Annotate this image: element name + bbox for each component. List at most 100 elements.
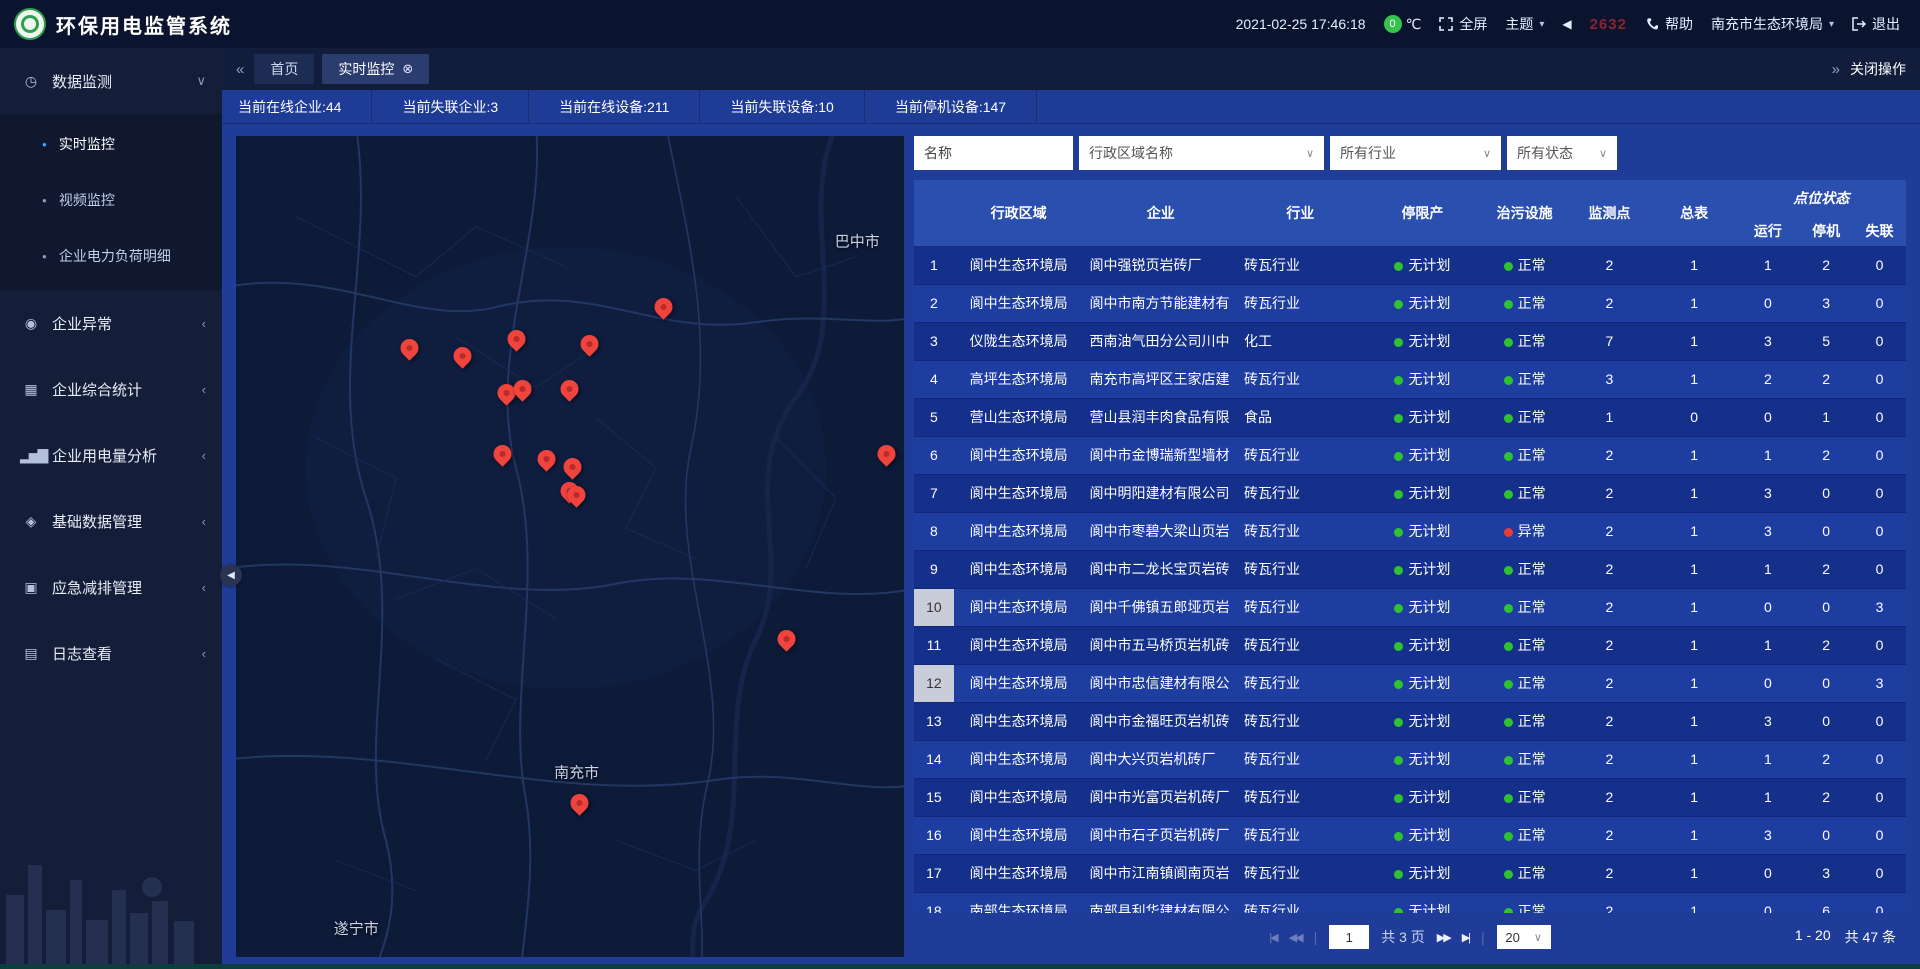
sidebar-item[interactable]: ◉企业异常‹ <box>0 290 222 356</box>
table-row[interactable]: 9阆中生态环境局阆中市二龙长宝页岩砖砖瓦行业无计划正常21120 <box>914 550 1906 588</box>
next-page-button[interactable]: ▶▶ <box>1437 931 1450 944</box>
map-pin-icon[interactable] <box>561 380 580 399</box>
row-total-meter: 1 <box>1652 626 1737 664</box>
row-monitor-points: 1 <box>1567 398 1652 436</box>
last-page-button[interactable]: ▶| <box>1462 931 1469 944</box>
alert-icon: ◉ <box>20 315 40 332</box>
row-production-limit: 无计划 <box>1363 284 1483 322</box>
sidebar-item[interactable]: ▤日志查看‹ <box>0 620 222 686</box>
tabs-scroll-left-icon[interactable]: « <box>236 61 244 78</box>
sidebar-collapse-toggle[interactable]: ◀ <box>220 564 242 586</box>
status-dot-icon <box>1394 262 1403 271</box>
map-pin-icon[interactable] <box>537 450 556 469</box>
map-pin-icon[interactable] <box>514 380 533 399</box>
tabs-scroll-right-icon[interactable]: » <box>1832 61 1840 78</box>
map-pin-icon[interactable] <box>778 630 797 649</box>
row-pollution-facility: 正常 <box>1482 398 1567 436</box>
sidebar-item[interactable]: ▣应急减排管理‹ <box>0 554 222 620</box>
page-size-value: 20 <box>1505 930 1519 945</box>
sidebar-item[interactable]: ▂▅▇企业用电量分析‹ <box>0 422 222 488</box>
table-row[interactable]: 17阆中生态环境局阆中市江南镇阆南页岩砖瓦行业无计划正常21030 <box>914 854 1906 892</box>
close-operations-button[interactable]: 关闭操作 <box>1850 59 1906 79</box>
tab[interactable]: 实时监控⊗ <box>322 54 429 84</box>
row-disconnected: 0 <box>1853 398 1906 436</box>
table-row[interactable]: 8阆中生态环境局阆中市枣碧大梁山页岩砖瓦行业无计划异常21300 <box>914 512 1906 550</box>
row-disconnected: 0 <box>1853 740 1906 778</box>
row-pollution-facility: 正常 <box>1482 550 1567 588</box>
page-size-select[interactable]: 20 ∨ <box>1497 925 1551 949</box>
table-row[interactable]: 16阆中生态环境局阆中市石子页岩机砖厂砖瓦行业无计划正常21300 <box>914 816 1906 854</box>
chevron-down-icon: ▾ <box>1829 19 1834 30</box>
row-disconnected: 0 <box>1853 360 1906 398</box>
chevron-down-icon: ▾ <box>1539 19 1544 30</box>
prev-page-button[interactable]: ◀◀ <box>1289 931 1302 944</box>
table-row[interactable]: 13阆中生态环境局阆中市金福旺页岩机砖砖瓦行业无计划正常21300 <box>914 702 1906 740</box>
row-production-limit: 无计划 <box>1363 588 1483 626</box>
map-pin-icon[interactable] <box>581 335 600 354</box>
first-page-button[interactable]: |◀ <box>1269 931 1276 944</box>
theme-dropdown[interactable]: 主题 ▾ <box>1505 14 1544 34</box>
row-stopped: 0 <box>1799 512 1853 550</box>
row-total-meter: 1 <box>1652 778 1737 816</box>
stats-icon: ▦ <box>20 381 40 398</box>
chevron-left-icon: ‹ <box>202 580 206 595</box>
table-row[interactable]: 14阆中生态环境局阆中大兴页岩机砖厂砖瓦行业无计划正常21120 <box>914 740 1906 778</box>
sidebar-item[interactable]: ◈基础数据管理‹ <box>0 488 222 554</box>
industry-select[interactable]: 所有行业 ∨ <box>1330 136 1501 170</box>
table-row[interactable]: 3仪陇生态环境局西南油气田分公司川中化工无计划正常71350 <box>914 322 1906 360</box>
sidebar-subitem[interactable]: ●视频监控 <box>0 172 222 228</box>
map-pin-icon[interactable] <box>567 486 586 505</box>
col-header-industry: 行业 <box>1238 180 1363 246</box>
help-button[interactable]: 帮助 <box>1645 14 1693 34</box>
tab-bar: « 首页实时监控⊗ » 关闭操作 <box>222 48 1920 90</box>
status-select[interactable]: 所有状态 ∨ <box>1507 136 1617 170</box>
region-select[interactable]: 行政区域名称 ∨ <box>1079 136 1324 170</box>
logout-button[interactable]: 退出 <box>1852 14 1900 34</box>
page-number-input[interactable] <box>1329 925 1369 949</box>
table-row[interactable]: 4高坪生态环境局南充市高坪区王家店建砖瓦行业无计划正常31220 <box>914 360 1906 398</box>
map-pin-icon[interactable] <box>494 445 513 464</box>
row-monitor-points: 2 <box>1567 436 1652 474</box>
row-pollution-facility: 正常 <box>1482 284 1567 322</box>
map-pin-icon[interactable] <box>878 445 897 464</box>
tab[interactable]: 首页 <box>254 54 314 84</box>
temperature-unit: ℃ <box>1406 16 1422 33</box>
tab-close-icon[interactable]: ⊗ <box>402 61 413 77</box>
status-dot-icon <box>1394 490 1403 499</box>
map-pin-icon[interactable] <box>654 298 673 317</box>
map-pin-icon[interactable] <box>571 794 590 813</box>
table-row[interactable]: 7阆中生态环境局阆中明阳建材有限公司砖瓦行业无计划正常21300 <box>914 474 1906 512</box>
sidebar-subitem-label: 实时监控 <box>59 134 115 154</box>
fullscreen-button[interactable]: 全屏 <box>1439 14 1487 34</box>
row-pollution-facility: 正常 <box>1482 436 1567 474</box>
map-pin-icon[interactable] <box>564 458 583 477</box>
table-row[interactable]: 1阆中生态环境局阆中强锐页岩砖厂砖瓦行业无计划正常21120 <box>914 246 1906 284</box>
map[interactable]: 巴中市南充市遂宁市 <box>236 136 904 957</box>
sound-button[interactable]: ◀ <box>1562 17 1571 31</box>
sidebar-item[interactable]: ▦企业综合统计‹ <box>0 356 222 422</box>
name-search-input[interactable] <box>914 136 1073 170</box>
stat-value: 211 <box>647 99 669 115</box>
sidebar-subitem[interactable]: ●企业电力负荷明细 <box>0 228 222 284</box>
row-disconnected: 0 <box>1853 854 1906 892</box>
table-row[interactable]: 11阆中生态环境局阆中市五马桥页岩机砖砖瓦行业无计划正常21120 <box>914 626 1906 664</box>
sidebar-item[interactable]: ◷数据监测∨ <box>0 48 222 114</box>
sidebar-item-label: 基础数据管理 <box>52 511 190 532</box>
org-dropdown[interactable]: 南充市生态环境局 ▾ <box>1711 14 1834 34</box>
stat-label: 当前在线设备: <box>559 97 647 117</box>
sidebar-subitem[interactable]: ●实时监控 <box>0 116 222 172</box>
map-pin-icon[interactable] <box>400 339 419 358</box>
row-total-meter: 1 <box>1652 474 1737 512</box>
table-row[interactable]: 6阆中生态环境局阆中市金博瑞新型墙材砖瓦行业无计划正常21120 <box>914 436 1906 474</box>
map-pin-icon[interactable] <box>507 330 526 349</box>
table-row[interactable]: 10阆中生态环境局阆中千佛镇五郎垭页岩砖瓦行业无计划正常21003 <box>914 588 1906 626</box>
table-row[interactable]: 12阆中生态环境局阆中市忠信建材有限公砖瓦行业无计划正常21003 <box>914 664 1906 702</box>
row-total-meter: 1 <box>1652 246 1737 284</box>
table-row[interactable]: 18南部生态环境局南部县利华建材有限公砖瓦行业无计划正常21060 <box>914 892 1906 913</box>
brand: 环保用电监管系统 <box>14 8 232 40</box>
map-pin-icon[interactable] <box>454 347 473 366</box>
table-row[interactable]: 5营山生态环境局营山县润丰肉食品有限食品无计划正常10010 <box>914 398 1906 436</box>
row-production-limit: 无计划 <box>1363 322 1483 360</box>
table-row[interactable]: 15阆中生态环境局阆中市光富页岩机砖厂砖瓦行业无计划正常21120 <box>914 778 1906 816</box>
table-row[interactable]: 2阆中生态环境局阆中市南方节能建材有砖瓦行业无计划正常21030 <box>914 284 1906 322</box>
